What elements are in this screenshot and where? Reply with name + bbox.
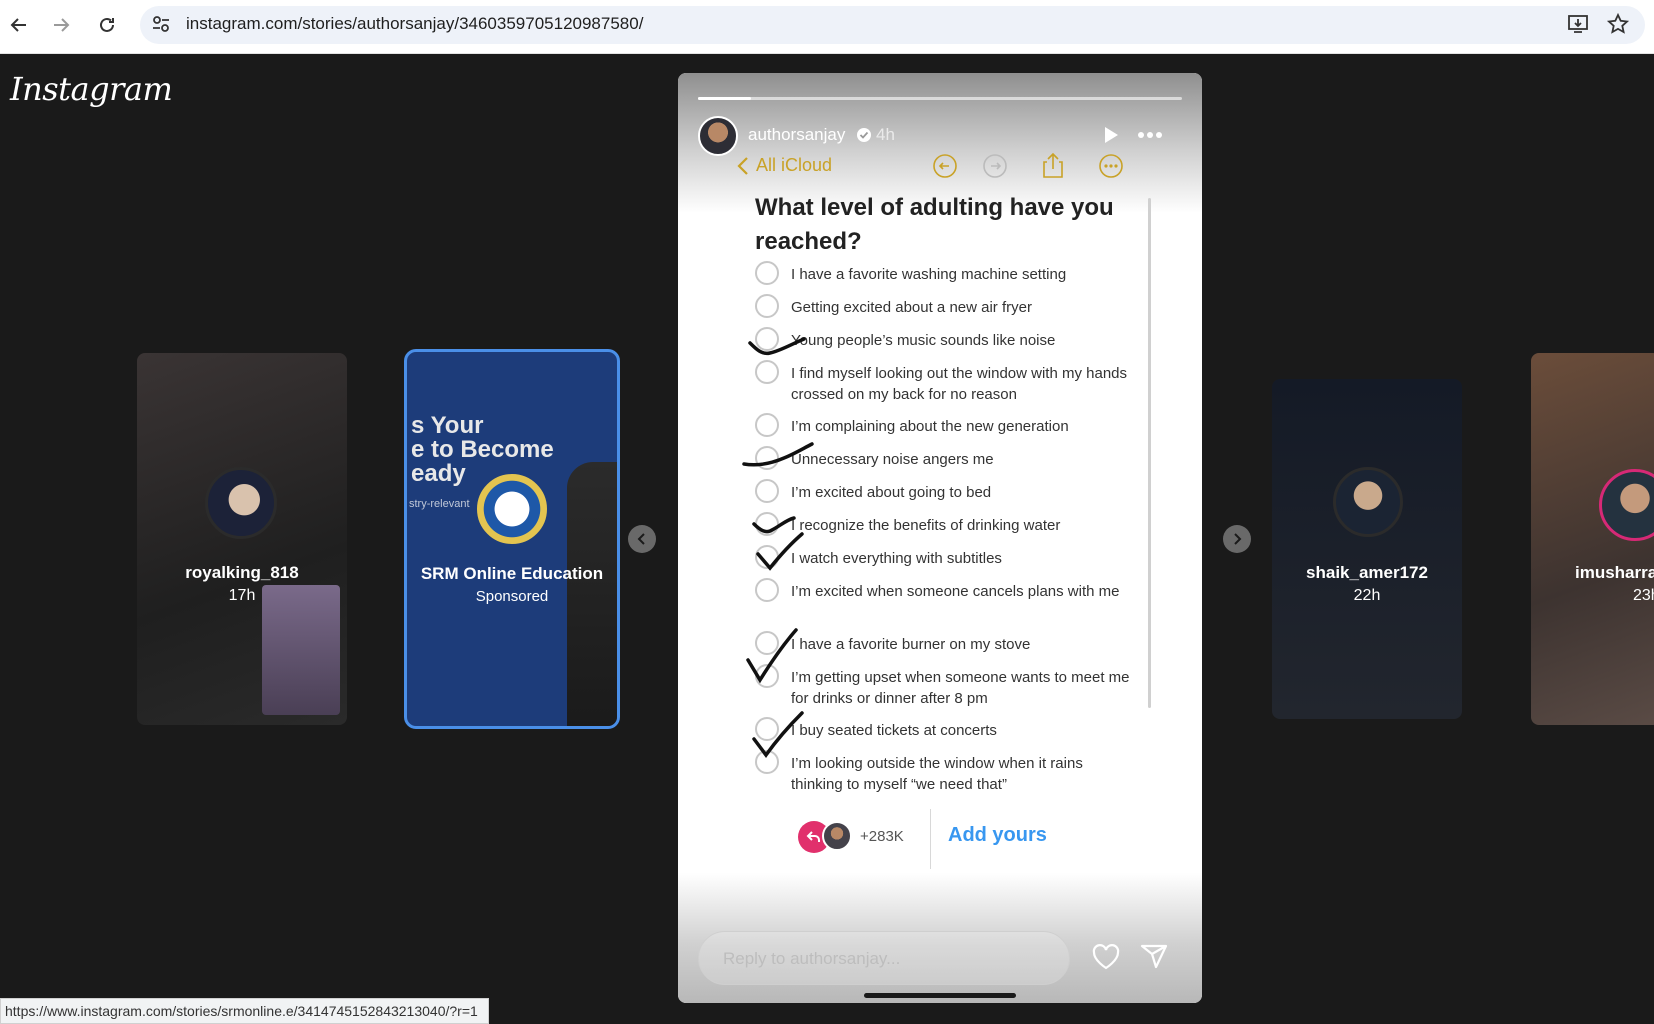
divider [930, 809, 931, 869]
heart-icon[interactable] [1091, 943, 1121, 976]
chevron-right-icon[interactable] [1223, 525, 1251, 553]
url-text[interactable]: instagram.com/stories/authorsanjay/34603… [186, 14, 643, 34]
reload-icon[interactable] [92, 10, 122, 40]
avatar [477, 474, 547, 544]
add-yours-button[interactable]: Add yours [948, 824, 1047, 847]
reply-placeholder: Reply to authorsanjay... [723, 949, 901, 968]
back-icon[interactable] [4, 10, 34, 40]
handwritten-checkmarks [742, 337, 814, 758]
story-time: 23h [1633, 587, 1654, 604]
chevron-left-icon[interactable] [628, 525, 656, 553]
instagram-logo[interactable]: Instagram [10, 70, 173, 108]
story-card-imusharra[interactable]: imusharra 23h [1531, 353, 1654, 725]
avatar [1599, 469, 1654, 541]
story-card-shaik[interactable]: shaik_amer172 22h [1272, 379, 1462, 719]
reply-input[interactable]: Reply to authorsanjay... [698, 931, 1070, 985]
link-status-bar: https://www.instagram.com/stories/srmonl… [0, 998, 489, 1024]
story-card-royalking[interactable]: royalking_818 17h [137, 353, 347, 725]
story-time: 17h [228, 587, 256, 604]
avatar [1333, 467, 1403, 537]
story-time: Sponsored [475, 588, 549, 605]
bookmark-star-icon[interactable] [1606, 12, 1630, 41]
home-indicator [864, 993, 1016, 998]
site-settings-icon[interactable] [150, 13, 172, 40]
browser-toolbar: instagram.com/stories/authorsanjay/34603… [0, 0, 1654, 54]
avatar [205, 467, 277, 539]
card-ad-text: s Your e to Become eady [411, 412, 554, 487]
send-icon[interactable] [1139, 941, 1169, 976]
story-username: royalking_818 [185, 563, 299, 582]
story-viewer[interactable]: authorsanjay 4h All iCloud What level of… [678, 73, 1202, 1003]
story-time: 22h [1353, 587, 1381, 604]
story-card-srm[interactable]: s Your e to Become eady stry-relevant SR… [404, 349, 620, 729]
story-username: imusharra [1575, 563, 1654, 582]
avatar [822, 821, 852, 851]
add-yours-sticker[interactable]: +283K Add yours [798, 809, 1088, 869]
story-username: SRM Online Education [420, 564, 604, 583]
add-yours-count: +283K [860, 828, 904, 845]
story-username: shaik_amer172 [1306, 563, 1428, 582]
install-icon[interactable] [1566, 12, 1590, 41]
card-ad-subtext: stry-relevant [409, 498, 470, 510]
forward-icon[interactable] [46, 10, 76, 40]
